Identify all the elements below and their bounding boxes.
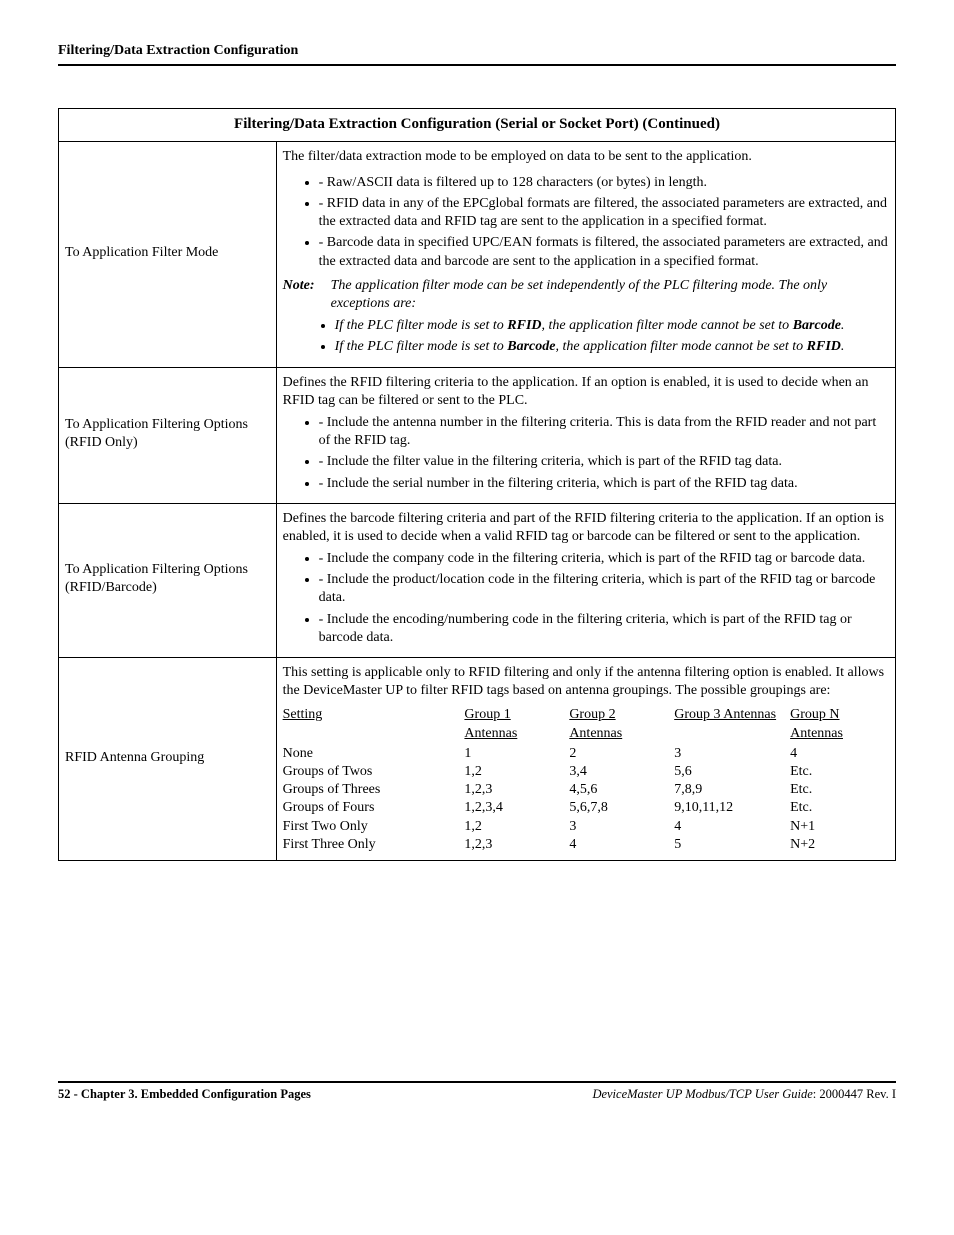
note-body: The application filter mode can be set i… (331, 277, 889, 313)
grid-header: Setting (283, 706, 459, 742)
row-label: To Application Filtering Options (RFID/B… (59, 503, 277, 657)
bullet-list: - Include the company code in the filter… (283, 550, 889, 647)
list-item: - Include the product/location code in t… (319, 571, 889, 607)
text-fragment: . (841, 318, 845, 333)
grid-cell: 4 (790, 745, 889, 763)
row-label: RFID Antenna Grouping (59, 658, 277, 861)
bold-term: RFID (807, 339, 841, 354)
list-item: - Include the serial number in the filte… (319, 475, 889, 493)
page-header-text: Filtering/Data Extraction Configuration (58, 43, 298, 58)
row-intro: The filter/data extraction mode to be em… (283, 148, 889, 166)
grid-cell: 1,2,3,4 (464, 799, 563, 817)
grid-cell: Etc. (790, 763, 889, 781)
grid-cell: Groups of Threes (283, 781, 459, 799)
table-row: To Application Filter Mode The filter/da… (59, 141, 896, 367)
grid-header: Group 3 Antennas (674, 706, 784, 742)
list-item: - Include the antenna number in the filt… (319, 414, 889, 450)
grid-cell: 1,2 (464, 818, 563, 836)
note: Note: The application filter mode can be… (283, 277, 889, 313)
note-label: Note: (283, 278, 315, 293)
list-item: If the PLC filter mode is set to Barcode… (335, 338, 889, 356)
grid-cell: 5 (674, 836, 784, 854)
grouping-grid: Setting Group 1 Antennas Group 2 Antenna… (283, 706, 889, 854)
footer-left: 52 - Chapter 3. Embedded Configuration P… (58, 1086, 311, 1102)
row-label: To Application Filtering Options (RFID O… (59, 367, 277, 503)
grid-cell: 1,2 (464, 763, 563, 781)
grid-cell: First Three Only (283, 836, 459, 854)
grid-cell: 1,2,3 (464, 836, 563, 854)
row-content: Defines the barcode filtering criteria a… (276, 503, 895, 657)
grid-cell: 4 (569, 836, 668, 854)
table-row: RFID Antenna Grouping This setting is ap… (59, 658, 896, 861)
grid-cell: Groups of Fours (283, 799, 459, 817)
page-footer: 52 - Chapter 3. Embedded Configuration P… (58, 1081, 896, 1102)
list-item: - Barcode data in specified UPC/EAN form… (319, 234, 889, 270)
row-content: This setting is applicable only to RFID … (276, 658, 895, 861)
sub-bullet-list: If the PLC filter mode is set to RFID, t… (283, 317, 889, 356)
grid-cell: N+1 (790, 818, 889, 836)
grid-cell: 7,8,9 (674, 781, 784, 799)
doc-rev: : 2000447 Rev. I (813, 1087, 896, 1101)
grid-cell: Groups of Twos (283, 763, 459, 781)
table-caption: Filtering/Data Extraction Configuration … (59, 109, 896, 142)
grid-cell: 3,4 (569, 763, 668, 781)
list-item: - RFID data in any of the EPCglobal form… (319, 195, 889, 231)
list-item: - Include the encoding/numbering code in… (319, 611, 889, 647)
grid-header: Group 1 Antennas (464, 706, 563, 742)
row-content: The filter/data extraction mode to be em… (276, 141, 895, 367)
bold-term: Barcode (793, 318, 841, 333)
row-content: Defines the RFID filtering criteria to t… (276, 367, 895, 503)
config-table: Filtering/Data Extraction Configuration … (58, 108, 896, 861)
grid-cell: 5,6,7,8 (569, 799, 668, 817)
bullet-list: - Include the antenna number in the filt… (283, 414, 889, 493)
text-fragment: , the application filter mode cannot be … (542, 318, 793, 333)
table-row: To Application Filtering Options (RFID/B… (59, 503, 896, 657)
list-item: - Raw/ASCII data is filtered up to 128 c… (319, 174, 889, 192)
grid-cell: 4,5,6 (569, 781, 668, 799)
text-fragment: . (841, 339, 845, 354)
text-fragment: If the PLC filter mode is set to (335, 318, 508, 333)
grid-cell: Etc. (790, 799, 889, 817)
grid-cell: 3 (569, 818, 668, 836)
bullet-list: - Raw/ASCII data is filtered up to 128 c… (283, 174, 889, 271)
grid-cell: 2 (569, 745, 668, 763)
grid-cell: 3 (674, 745, 784, 763)
row-intro: This setting is applicable only to RFID … (283, 664, 889, 700)
footer-right: DeviceMaster UP Modbus/TCP User Guide: 2… (592, 1086, 896, 1102)
grid-cell: 5,6 (674, 763, 784, 781)
row-intro: Defines the barcode filtering criteria a… (283, 510, 889, 546)
grid-cell: Etc. (790, 781, 889, 799)
bold-term: RFID (507, 318, 541, 333)
table-row: To Application Filtering Options (RFID O… (59, 367, 896, 503)
grid-cell: 1 (464, 745, 563, 763)
text-fragment: , the application filter mode cannot be … (555, 339, 806, 354)
list-item: If the PLC filter mode is set to RFID, t… (335, 317, 889, 335)
page-number: 52 - (58, 1087, 78, 1101)
grid-cell: N+2 (790, 836, 889, 854)
grid-header: Group 2 Antennas (569, 706, 668, 742)
grid-cell: First Two Only (283, 818, 459, 836)
doc-title: DeviceMaster UP Modbus/TCP User Guide (592, 1087, 812, 1101)
row-label: To Application Filter Mode (59, 141, 277, 367)
grid-cell: None (283, 745, 459, 763)
row-intro: Defines the RFID filtering criteria to t… (283, 374, 889, 410)
page-header: Filtering/Data Extraction Configuration (58, 42, 896, 66)
chapter-title: Chapter 3. Embedded Configuration Pages (81, 1087, 311, 1101)
grid-cell: 4 (674, 818, 784, 836)
grid-cell: 1,2,3 (464, 781, 563, 799)
bold-term: Barcode (507, 339, 555, 354)
grid-header: Group N Antennas (790, 706, 889, 742)
list-item: - Include the filter value in the filter… (319, 453, 889, 471)
text-fragment: If the PLC filter mode is set to (335, 339, 508, 354)
list-item: - Include the company code in the filter… (319, 550, 889, 568)
grid-cell: 9,10,11,12 (674, 799, 784, 817)
